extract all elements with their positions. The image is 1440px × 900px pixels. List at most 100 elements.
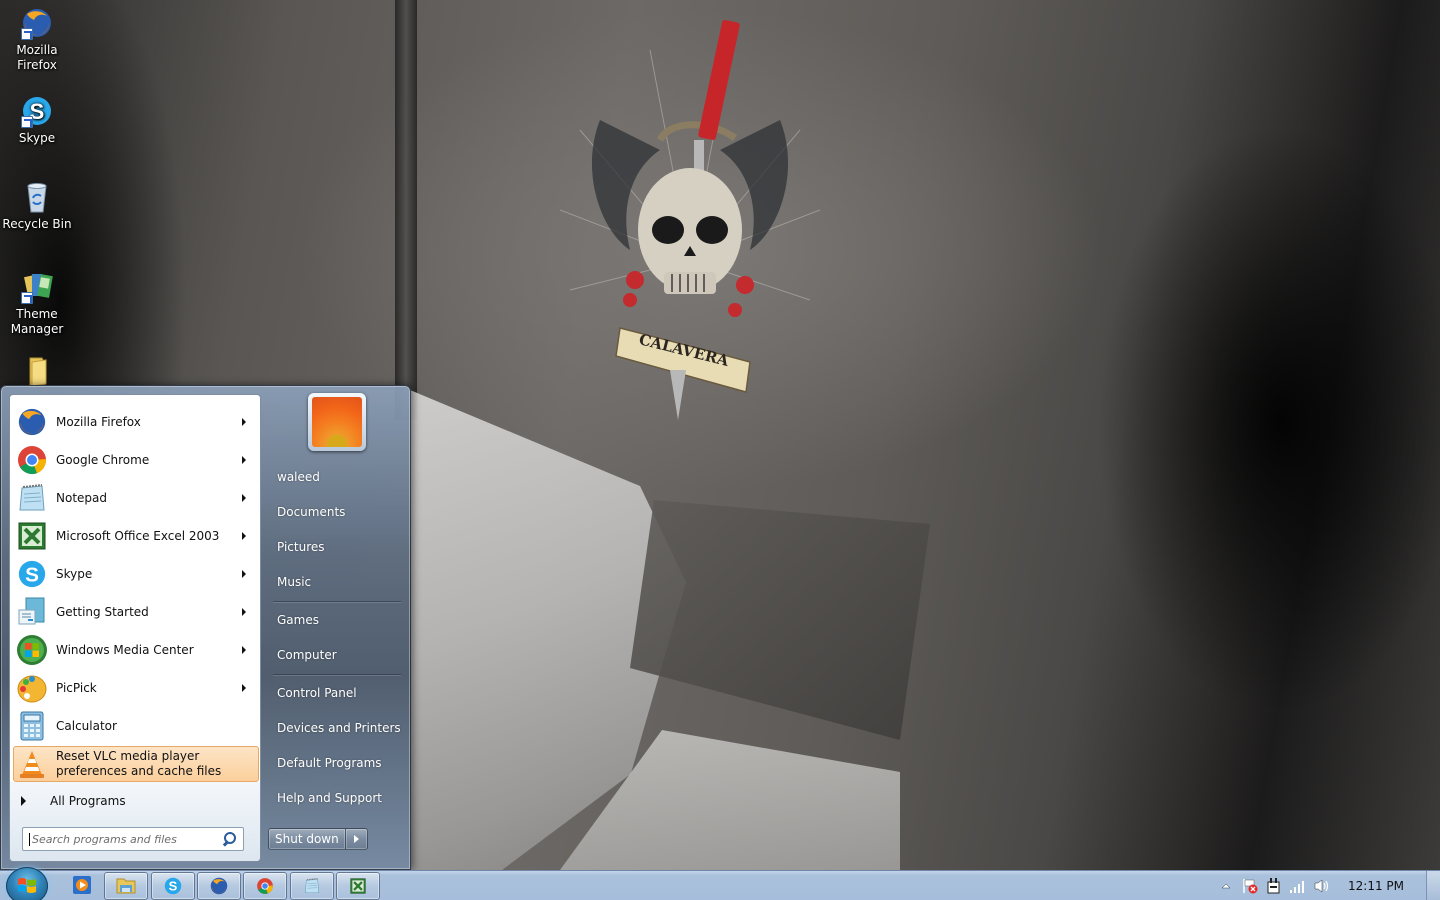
program-label-line1: Reset VLC media player <box>56 749 200 763</box>
program-label: Google Chrome <box>56 452 150 467</box>
notepad-icon <box>16 482 48 514</box>
network-button[interactable] <box>1289 877 1307 895</box>
skype-icon: S <box>20 94 54 128</box>
shutdown-options-button[interactable] <box>345 828 368 850</box>
action-center-flag-icon <box>1243 879 1258 894</box>
skype-icon: S <box>16 558 48 590</box>
program-item-getting-started[interactable]: Getting Started <box>13 594 259 630</box>
submenu-arrow-icon[interactable] <box>242 494 246 502</box>
wallpaper-seam <box>395 0 417 420</box>
svg-text:S: S <box>25 564 39 587</box>
media-center-icon <box>16 634 48 666</box>
right-item-default-programs[interactable]: Default Programs <box>269 748 403 778</box>
taskbar-firefox[interactable] <box>197 872 241 900</box>
show-hidden-icons-button[interactable] <box>1217 877 1235 895</box>
chevron-right-icon <box>353 835 359 843</box>
search-input[interactable] <box>29 832 221 846</box>
program-item-picpick[interactable]: PicPick <box>13 670 259 706</box>
action-center-button[interactable] <box>1241 877 1259 895</box>
recycle-bin-icon <box>20 180 54 214</box>
program-item-firefox[interactable]: Mozilla Firefox <box>13 404 259 440</box>
skype-icon: S <box>164 877 182 895</box>
volume-button[interactable] <box>1313 877 1331 895</box>
calculator-icon <box>16 710 48 742</box>
search-icon[interactable] <box>221 831 237 847</box>
shutdown-group: Shut down <box>268 828 368 850</box>
clock[interactable]: 12:11 PM <box>1348 879 1404 893</box>
taskbar-skype[interactable]: S <box>151 872 195 900</box>
submenu-arrow-icon[interactable] <box>242 456 246 464</box>
chevron-up-icon <box>1221 883 1231 889</box>
all-programs-button[interactable]: All Programs <box>11 790 247 812</box>
windows-logo-icon <box>18 878 36 893</box>
desktop-icon-label: Recycle Bin <box>2 217 72 231</box>
right-item-devices-printers[interactable]: Devices and Printers <box>269 713 403 743</box>
shortcut-arrow-icon <box>21 28 33 40</box>
submenu-arrow-icon[interactable] <box>242 418 246 426</box>
program-label: Calculator <box>56 718 117 733</box>
program-item-chrome[interactable]: Google Chrome <box>13 442 259 478</box>
taskbar-explorer[interactable] <box>104 872 148 900</box>
right-item-games[interactable]: Games <box>269 605 403 635</box>
taskbar-notepad[interactable] <box>290 872 334 900</box>
start-button[interactable] <box>6 867 48 900</box>
desktop-icon-label: Skype <box>18 131 56 145</box>
right-item-pictures[interactable]: Pictures <box>269 532 403 562</box>
volume-icon <box>1314 879 1329 893</box>
taskbar-chrome[interactable] <box>243 872 287 900</box>
right-item-help-support[interactable]: Help and Support <box>269 783 403 813</box>
program-item-skype[interactable]: S Skype <box>13 556 259 592</box>
taskbar-media-player[interactable] <box>72 875 92 895</box>
notepad-icon <box>304 878 320 894</box>
right-item-documents[interactable]: Documents <box>269 497 403 527</box>
firefox-icon <box>16 406 48 438</box>
expand-arrow-icon <box>21 796 26 806</box>
shortcut-arrow-icon <box>21 292 33 304</box>
show-desktop-button[interactable] <box>1426 871 1440 900</box>
explorer-icon <box>116 878 136 894</box>
desktop-icon-skype[interactable]: S Skype <box>0 94 74 146</box>
desktop-icon-firefox[interactable]: Mozilla Firefox <box>0 6 74 73</box>
program-label: Microsoft Office Excel 2003 <box>56 528 220 543</box>
search-box[interactable] <box>22 827 244 851</box>
desktop-icon-label: Mozilla Firefox <box>16 43 58 72</box>
power-button[interactable] <box>1265 877 1283 895</box>
submenu-arrow-icon[interactable] <box>242 532 246 540</box>
network-signal-icon <box>1290 881 1304 893</box>
system-tray: 12:11 PM <box>1214 871 1440 900</box>
shutdown-button[interactable]: Shut down <box>268 828 346 850</box>
media-player-icon <box>73 876 91 894</box>
program-item-calculator[interactable]: Calculator <box>13 708 259 744</box>
right-item-control-panel[interactable]: Control Panel <box>269 678 403 708</box>
shortcut-arrow-icon <box>21 116 33 128</box>
program-label: Skype <box>56 566 93 581</box>
submenu-arrow-icon[interactable] <box>242 608 246 616</box>
right-item-music[interactable]: Music <box>269 567 403 597</box>
submenu-arrow-icon[interactable] <box>242 646 246 654</box>
right-pane-separator <box>273 674 401 675</box>
program-item-media-center[interactable]: Windows Media Center <box>13 632 259 668</box>
program-label: Reset VLC media player preferences and c… <box>56 749 258 779</box>
program-item-excel[interactable]: Microsoft Office Excel 2003 <box>13 518 259 554</box>
picpick-icon <box>16 672 48 704</box>
user-picture[interactable] <box>308 393 366 451</box>
all-programs-label: All Programs <box>50 794 126 808</box>
submenu-arrow-icon[interactable] <box>242 684 246 692</box>
firefox-icon <box>210 877 228 895</box>
right-item-user[interactable]: waleed <box>269 462 403 492</box>
firefox-icon <box>20 6 54 40</box>
program-label-line2: preferences and cache files <box>56 764 222 778</box>
program-item-reset-vlc[interactable]: Reset VLC media player preferences and c… <box>13 746 259 782</box>
submenu-arrow-icon[interactable] <box>242 570 246 578</box>
taskbar-excel[interactable] <box>336 872 380 900</box>
taskbar: S 12:11 PM <box>0 867 1440 900</box>
program-item-notepad[interactable]: Notepad <box>13 480 259 516</box>
desktop-icon-theme-manager[interactable]: Theme Manager <box>0 270 74 337</box>
desktop-icon-recycle-bin[interactable]: Recycle Bin <box>0 180 74 232</box>
wallpaper-seat-fold <box>630 500 930 740</box>
programs-pane: Mozilla Firefox Google Chrome Notepad Mi… <box>9 394 261 793</box>
right-item-computer[interactable]: Computer <box>269 640 403 670</box>
right-pane-separator <box>273 601 401 602</box>
excel-icon <box>16 520 48 552</box>
chrome-icon <box>16 444 48 476</box>
